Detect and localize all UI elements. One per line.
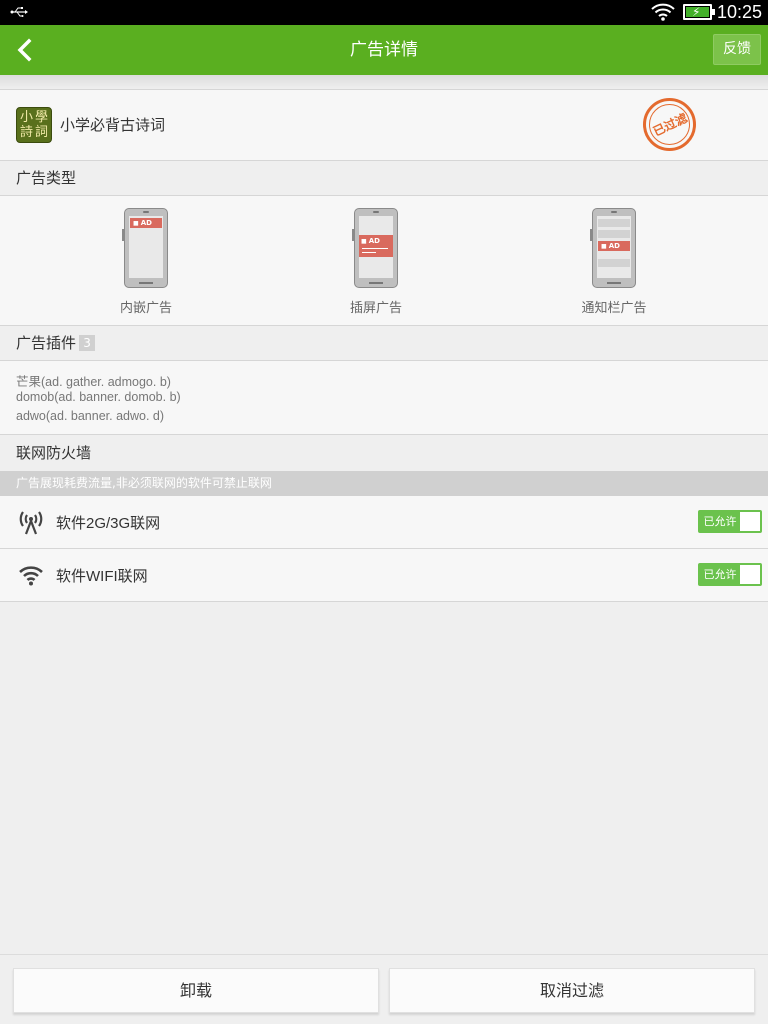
firewall-row-cellular: 软件2G/3G联网 已允许 xyxy=(0,496,768,549)
ad-label: AD xyxy=(598,241,630,251)
status-bar: ⚡ 10:25 xyxy=(0,0,768,25)
cellular-antenna-icon xyxy=(19,511,43,535)
filtered-stamp: 已过滤 xyxy=(643,98,696,151)
ad-types-header: 广告类型 xyxy=(0,161,768,195)
phone-embedded-icon: AD xyxy=(122,208,168,288)
ad-types-title: 广告类型 xyxy=(16,169,77,187)
usb-icon xyxy=(10,7,28,17)
battery-charging-icon: ⚡ xyxy=(683,4,715,20)
phone-interstitial-icon: AD xyxy=(352,208,398,288)
ad-type-notification: AD 通知栏广告 xyxy=(554,208,674,316)
app-bar: 广告详情 反馈 xyxy=(0,25,768,75)
wifi-icon xyxy=(19,566,43,586)
ad-type-label: 插屏广告 xyxy=(349,301,402,316)
ad-plugins-list: 芒果(ad. gather. admogo. b) domob(ad. bann… xyxy=(0,360,768,435)
status-time: 10:25 xyxy=(716,2,762,22)
firewall-row-wifi: 软件WIFI联网 已允许 xyxy=(0,549,768,602)
ad-type-embedded: AD 内嵌广告 xyxy=(86,208,206,316)
plugin-count-badge: 3 xyxy=(79,335,96,351)
ad-types-section: AD 内嵌广告 AD 插屏广告 xyxy=(0,195,768,326)
firewall-header: 联网防火墙 xyxy=(0,435,768,471)
stamp-text: 已过滤 xyxy=(650,110,690,139)
ad-label: AD xyxy=(130,218,162,228)
divider xyxy=(0,75,768,89)
app-icon: 小 學 詩 詞 xyxy=(16,107,52,143)
uninstall-button[interactable]: 卸载 xyxy=(13,968,379,1013)
ad-plugins-header: 广告插件 3 xyxy=(0,326,768,360)
cellular-toggle[interactable]: 已允许 xyxy=(698,510,762,533)
firewall-notice: 广告展现耗费流量,非必须联网的软件可禁止联网 xyxy=(0,471,768,496)
bottom-action-bar: 卸载 取消过滤 xyxy=(0,954,768,1024)
feedback-button[interactable]: 反馈 xyxy=(713,34,761,65)
list-item: domob(ad. banner. domob. b) xyxy=(16,390,181,404)
firewall-label: 软件WIFI联网 xyxy=(56,568,148,585)
app-name: 小学必背古诗词 xyxy=(60,116,166,134)
list-item: adwo(ad. banner. adwo. d) xyxy=(16,409,165,423)
ad-label: AD xyxy=(361,237,380,245)
page-title: 广告详情 xyxy=(350,40,418,60)
ad-type-label: 内嵌广告 xyxy=(119,301,172,316)
firewall-title: 联网防火墙 xyxy=(16,444,92,462)
interstitial-ad-block: AD xyxy=(359,235,393,257)
toggle-state: 已允许 xyxy=(700,512,740,531)
phone-notification-icon: AD xyxy=(590,208,636,288)
list-item: 芒果(ad. gather. admogo. b) xyxy=(16,375,171,389)
cancel-filter-button[interactable]: 取消过滤 xyxy=(389,968,755,1013)
wifi-toggle[interactable]: 已允许 xyxy=(698,563,762,586)
toggle-state: 已允许 xyxy=(700,565,740,584)
ad-type-label: 通知栏广告 xyxy=(581,301,647,316)
ad-plugins-title: 广告插件 3 xyxy=(16,326,96,360)
firewall-label: 软件2G/3G联网 xyxy=(56,515,161,532)
wifi-icon xyxy=(651,3,675,21)
ad-type-interstitial: AD 插屏广告 xyxy=(316,208,436,316)
